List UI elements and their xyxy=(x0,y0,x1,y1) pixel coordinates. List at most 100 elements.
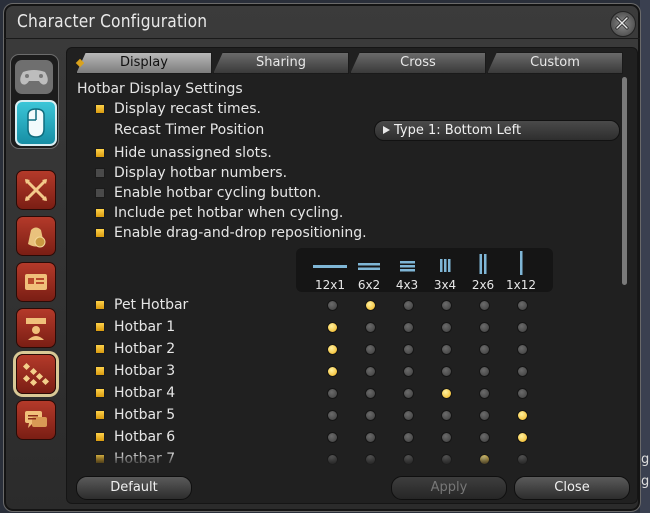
mouse-mode-button[interactable] xyxy=(15,100,57,146)
layout-radio[interactable] xyxy=(479,388,490,399)
tab-custom[interactable]: Custom xyxy=(487,52,623,74)
layout-radio[interactable] xyxy=(479,322,490,333)
hotbar-row[interactable]: Hotbar 1 xyxy=(95,319,295,337)
checkbox[interactable] xyxy=(95,410,105,420)
section-title: Hotbar Display Settings xyxy=(77,81,243,97)
checkbox[interactable] xyxy=(95,148,105,158)
layout-radio[interactable] xyxy=(403,322,414,333)
window-title: Character Configuration xyxy=(17,11,208,32)
checkbox[interactable] xyxy=(95,188,105,198)
hotbar-row[interactable]: Hotbar 3 xyxy=(95,363,295,381)
tab-sharing[interactable]: Sharing xyxy=(213,52,349,74)
layout-radio[interactable] xyxy=(403,410,414,421)
hotbar-row[interactable]: Hotbar 2 xyxy=(95,341,295,359)
layout-radio[interactable] xyxy=(327,432,338,443)
layout-radio[interactable] xyxy=(365,388,376,399)
window-close-button[interactable] xyxy=(610,11,636,37)
sidebar-hotbar-button[interactable] xyxy=(16,354,56,394)
layout-radio[interactable] xyxy=(365,410,376,421)
layout-radio[interactable] xyxy=(365,432,376,443)
checkbox[interactable] xyxy=(95,168,105,178)
option-label: Display hotbar numbers. xyxy=(114,165,288,181)
layout-radio[interactable] xyxy=(365,344,376,355)
option-label: Hide unassigned slots. xyxy=(114,145,272,161)
layout-radio[interactable] xyxy=(517,388,528,399)
checkbox[interactable] xyxy=(95,388,105,398)
layout-radio[interactable] xyxy=(441,344,452,355)
layout-radio[interactable] xyxy=(403,344,414,355)
layout-radio[interactable] xyxy=(403,432,414,443)
layout-radio[interactable] xyxy=(517,432,528,443)
layout-radio[interactable] xyxy=(327,388,338,399)
layout-radio[interactable] xyxy=(517,410,528,421)
checkbox[interactable] xyxy=(95,366,105,376)
recast-timer-value: Type 1: Bottom Left xyxy=(394,123,522,138)
layout-radio[interactable] xyxy=(479,410,490,421)
layout-radio[interactable] xyxy=(517,322,528,333)
hotbar-label: Hotbar 6 xyxy=(114,429,176,445)
layout-radio[interactable] xyxy=(479,344,490,355)
layout-radio[interactable] xyxy=(327,366,338,377)
layout-radio[interactable] xyxy=(517,366,528,377)
layout-3x4-icon xyxy=(440,259,451,272)
hotbar-row[interactable]: Hotbar 4 xyxy=(95,385,295,403)
layout-radio[interactable] xyxy=(327,322,338,333)
hotbar-row[interactable]: Pet Hotbar xyxy=(95,297,295,315)
tab-cross[interactable]: Cross xyxy=(350,52,486,74)
layout-radio[interactable] xyxy=(327,410,338,421)
hotbar-label: Hotbar 1 xyxy=(114,319,176,335)
checkbox[interactable] xyxy=(95,432,105,442)
apply-button[interactable]: Apply xyxy=(391,476,507,500)
tab-display[interactable]: Display xyxy=(76,52,212,74)
sidebar-card-button[interactable] xyxy=(16,262,56,302)
layout-radio[interactable] xyxy=(517,300,528,311)
layout-radio[interactable] xyxy=(441,388,452,399)
layout-radio[interactable] xyxy=(517,344,528,355)
layout-radio[interactable] xyxy=(441,322,452,333)
layout-4x3-icon xyxy=(400,261,415,272)
layout-radio[interactable] xyxy=(441,366,452,377)
triangle-right-icon xyxy=(383,126,390,134)
layout-label: 2x6 xyxy=(471,278,495,292)
layout-radio[interactable] xyxy=(479,432,490,443)
recast-timer-label: Recast Timer Position xyxy=(114,122,265,138)
layout-radio[interactable] xyxy=(441,410,452,421)
hotbar-icon xyxy=(22,362,50,387)
layout-radio[interactable] xyxy=(327,300,338,311)
checkbox[interactable] xyxy=(95,208,105,218)
close-button[interactable]: Close xyxy=(514,476,630,500)
checkbox[interactable] xyxy=(95,228,105,238)
recast-timer-dropdown[interactable]: Type 1: Bottom Left xyxy=(374,120,620,141)
background-text: g xyxy=(641,474,650,489)
hotbar-row[interactable]: Hotbar 5 xyxy=(95,407,295,425)
layout-radio[interactable] xyxy=(403,366,414,377)
checkbox[interactable] xyxy=(95,300,105,310)
hotbar-row[interactable]: Hotbar 6 xyxy=(95,429,295,447)
layout-radio[interactable] xyxy=(365,366,376,377)
checkbox[interactable] xyxy=(95,322,105,332)
hotbar-label: Hotbar 2 xyxy=(114,341,176,357)
sidebar-character-button[interactable] xyxy=(16,170,56,210)
hotbar-label: Hotbar 4 xyxy=(114,385,176,401)
checkbox[interactable] xyxy=(95,104,105,114)
layout-radio[interactable] xyxy=(441,300,452,311)
layout-radio[interactable] xyxy=(365,322,376,333)
checkbox[interactable] xyxy=(95,344,105,354)
layout-radio[interactable] xyxy=(441,432,452,443)
layout-radio[interactable] xyxy=(327,344,338,355)
sidebar-items-button[interactable] xyxy=(16,216,56,256)
layout-radio[interactable] xyxy=(403,300,414,311)
layout-3x4: 3x4 xyxy=(426,248,464,292)
sidebar-chat-button[interactable] xyxy=(16,400,56,440)
mouse-icon xyxy=(27,108,45,138)
layout-radio[interactable] xyxy=(479,300,490,311)
gamepad-mode-button[interactable] xyxy=(15,60,53,94)
scrollbar[interactable] xyxy=(622,77,627,285)
layout-radio[interactable] xyxy=(479,366,490,377)
item-bag-icon xyxy=(28,227,46,248)
default-button[interactable]: Default xyxy=(76,476,192,500)
layout-radio[interactable] xyxy=(403,388,414,399)
sidebar-hud-button[interactable] xyxy=(16,308,56,348)
layout-2x6: 2x6 xyxy=(464,248,502,292)
layout-radio[interactable] xyxy=(365,300,376,311)
